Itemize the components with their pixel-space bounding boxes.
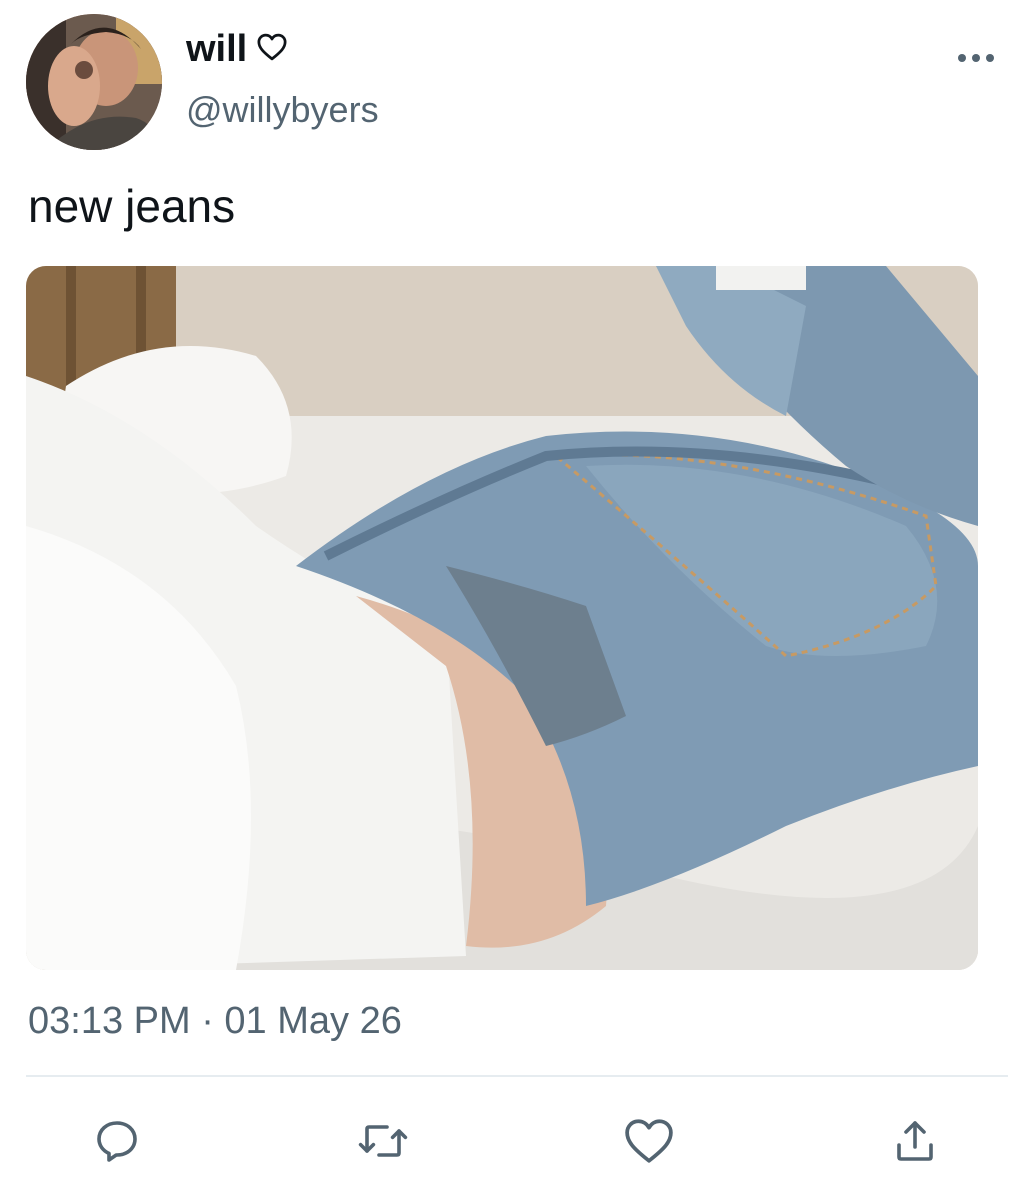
reply-bubble-icon bbox=[97, 1121, 137, 1162]
tweet-image-content bbox=[26, 266, 978, 970]
tweet-header: will @willybyers bbox=[186, 26, 379, 132]
divider bbox=[26, 1075, 1008, 1077]
tweet-timestamp[interactable]: 03:13 PM · 01 May 26 bbox=[28, 998, 402, 1044]
avatar[interactable] bbox=[26, 14, 162, 150]
heart-outline-icon bbox=[257, 26, 287, 72]
tweet-actions bbox=[26, 1106, 1008, 1176]
more-options-button[interactable] bbox=[952, 38, 1000, 78]
tweet-image[interactable] bbox=[26, 266, 978, 970]
tweet-text: new jeans bbox=[28, 180, 236, 232]
more-horizontal-icon bbox=[958, 54, 994, 62]
display-name-row[interactable]: will bbox=[186, 26, 379, 72]
reply-button[interactable] bbox=[82, 1106, 152, 1176]
heart-outline-icon bbox=[625, 1119, 673, 1163]
share-button[interactable] bbox=[880, 1106, 950, 1176]
user-handle[interactable]: @willybyers bbox=[186, 88, 379, 132]
retweet-button[interactable] bbox=[348, 1106, 418, 1176]
display-name[interactable]: will bbox=[186, 26, 247, 72]
avatar-image bbox=[26, 14, 162, 150]
retweet-icon bbox=[358, 1125, 408, 1157]
like-button[interactable] bbox=[614, 1106, 684, 1176]
share-upload-icon bbox=[897, 1121, 933, 1161]
